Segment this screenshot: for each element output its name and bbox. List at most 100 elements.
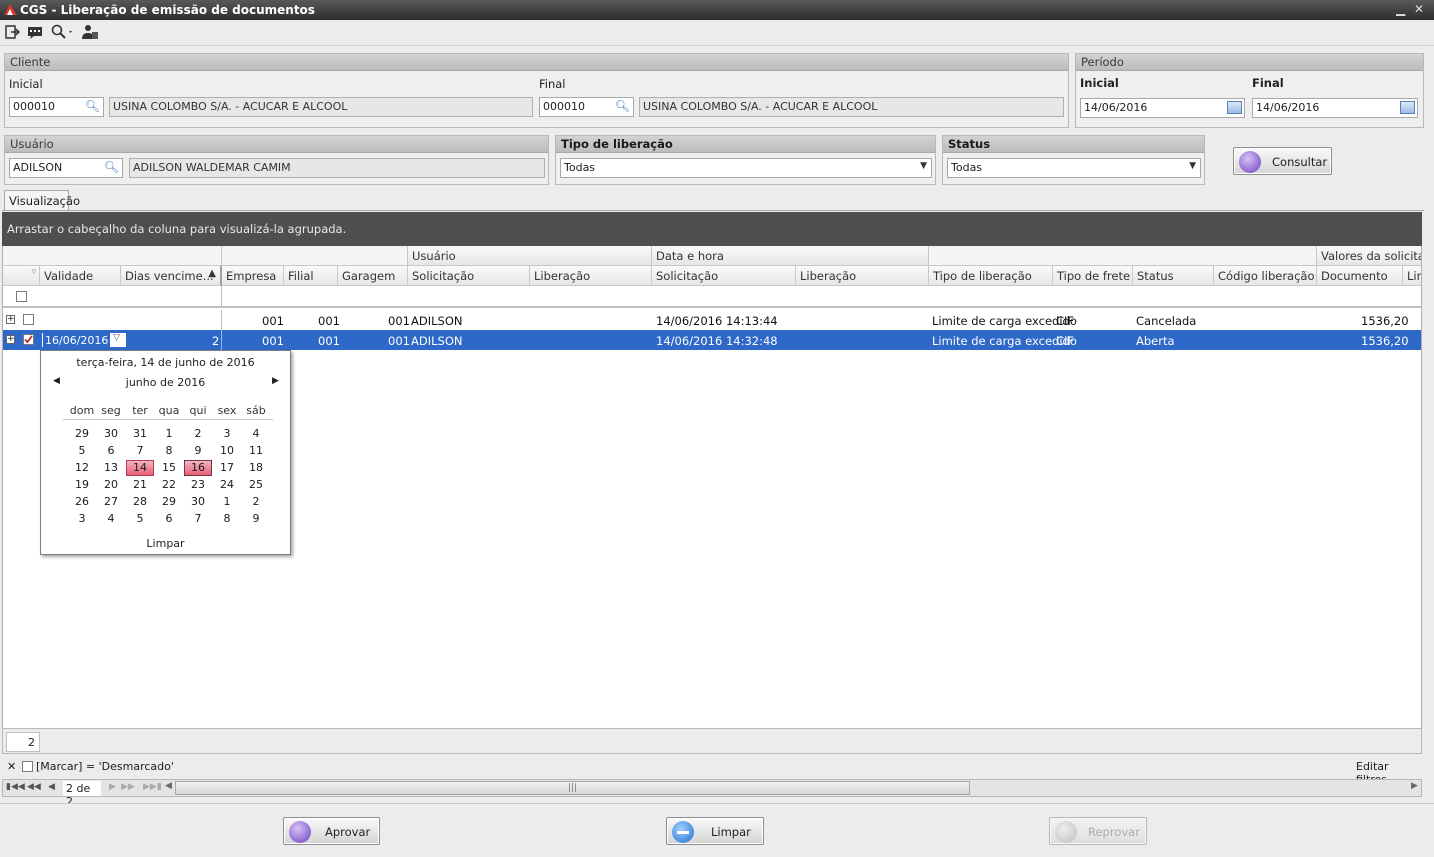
calendar-day[interactable]: 7 — [126, 443, 154, 459]
calendar-day[interactable]: 8 — [213, 511, 241, 527]
calendar-day[interactable]: 22 — [155, 477, 183, 493]
calendar-day[interactable]: 20 — [97, 477, 125, 493]
calendar-day[interactable]: 29 — [155, 494, 183, 510]
calendar-day[interactable]: 24 — [213, 477, 241, 493]
prev-page-icon[interactable]: ◀ — [48, 782, 55, 792]
col-liberacao-usuario[interactable]: Liberação — [530, 266, 652, 286]
calendar-day[interactable]: 19 — [68, 477, 96, 493]
search-icon[interactable]: 🔍︎ — [85, 99, 100, 113]
col-marcar[interactable]: ▿ — [3, 266, 40, 286]
col-liberacao-data[interactable]: Liberação — [796, 266, 929, 286]
col-status[interactable]: Status — [1133, 266, 1214, 286]
calendar-day[interactable]: 2 — [242, 494, 270, 510]
calendar-icon[interactable] — [1227, 101, 1242, 114]
limpar-button[interactable]: Limpar — [666, 817, 764, 845]
next-page-group-icon[interactable]: ▶▶ — [121, 782, 135, 792]
calendar-day[interactable]: 18 — [242, 460, 270, 476]
row-checkbox[interactable] — [23, 314, 34, 325]
calendar-today-text[interactable]: terça-feira, 14 de junho de 2016 — [41, 356, 290, 369]
calendar-month-label[interactable]: junho de 2016 — [41, 376, 290, 389]
usuario-input[interactable]: ADILSON 🔍︎ — [9, 158, 123, 178]
minimize-icon[interactable]: ▁ — [1396, 2, 1405, 16]
calendar-day[interactable]: 1 — [213, 494, 241, 510]
row-checkbox-checked[interactable] — [23, 334, 34, 345]
clear-filter-icon[interactable]: ✕ — [7, 760, 16, 773]
tab-visualizacao[interactable]: Visualização — [4, 190, 80, 210]
col-solicitacao-usuario[interactable]: Solicitação — [408, 266, 530, 286]
horizontal-scrollbar-thumb[interactable]: ||| — [175, 781, 970, 795]
calendar-day[interactable]: 10 — [213, 443, 241, 459]
calendar-day[interactable]: 4 — [242, 426, 270, 442]
band-valores[interactable]: Valores da solicitação — [1317, 246, 1421, 266]
calendar-day[interactable]: 16 — [184, 460, 212, 476]
exit-icon[interactable] — [3, 24, 21, 42]
filter-icon[interactable]: ▿ — [31, 267, 36, 277]
next-page-icon[interactable]: ▶ — [109, 782, 116, 792]
band-usuario[interactable]: Usuário — [408, 246, 652, 266]
calendar-day[interactable]: 26 — [68, 494, 96, 510]
calendar-day[interactable]: 7 — [184, 511, 212, 527]
calendar-day[interactable]: 29 — [68, 426, 96, 442]
col-documento[interactable]: Documento — [1317, 266, 1403, 286]
band-data-hora[interactable]: Data e hora — [652, 246, 929, 266]
chevron-down-icon[interactable]: ▼ — [920, 161, 927, 171]
scroll-left-icon[interactable]: ◀ — [165, 781, 172, 791]
col-empresa[interactable]: Empresa — [222, 266, 284, 286]
search-icon[interactable] — [50, 24, 76, 42]
col-dias[interactable]: Dias vencime... ▲ — [121, 266, 222, 286]
group-by-area[interactable]: Arrastar o cabeçalho da coluna para visu… — [2, 212, 1422, 246]
prev-page-group-icon[interactable]: ◀◀ — [27, 782, 41, 792]
calendar-icon[interactable] — [1400, 101, 1415, 114]
calendar-day[interactable]: 2 — [184, 426, 212, 442]
calendar-day[interactable]: 25 — [242, 477, 270, 493]
reprovar-button[interactable]: Reprovar — [1049, 817, 1147, 845]
select-all-checkbox[interactable] — [16, 291, 27, 302]
chevron-right-icon[interactable]: ▶ — [272, 376, 279, 386]
calendar-day[interactable]: 21 — [126, 477, 154, 493]
message-icon[interactable] — [26, 24, 44, 42]
col-solicitacao-data[interactable]: Solicitação — [652, 266, 796, 286]
col-limite[interactable]: Limi — [1403, 266, 1421, 286]
filter-enabled-checkbox[interactable] — [22, 761, 33, 772]
calendar-day[interactable]: 5 — [126, 511, 154, 527]
col-garagem[interactable]: Garagem — [338, 266, 408, 286]
table-row-selected[interactable]: + 16/06/2016 ▽ 2 001 001 001 ADILSON 14/… — [3, 330, 1421, 350]
validade-editor[interactable]: 16/06/2016 ▽ — [41, 332, 127, 348]
periodo-final-input[interactable]: 14/06/2016 — [1252, 98, 1418, 118]
calendar-day[interactable]: 3 — [213, 426, 241, 442]
col-tipo-liberacao[interactable]: Tipo de liberação — [929, 266, 1053, 286]
calendar-day[interactable]: 15 — [155, 460, 183, 476]
calendar-clear-button[interactable]: Limpar — [41, 537, 290, 550]
last-page-icon[interactable]: ▶▶▮ — [143, 782, 162, 792]
chevron-down-icon[interactable]: ▽ — [113, 333, 120, 343]
close-icon[interactable]: ✕ — [1414, 2, 1424, 16]
calendar-day[interactable]: 13 — [97, 460, 125, 476]
expand-icon[interactable]: + — [6, 335, 15, 344]
table-row[interactable]: + 001 001 001 ADILSON 14/06/2016 14:13:4… — [3, 310, 1421, 330]
calendar-day[interactable]: 6 — [155, 511, 183, 527]
status-select[interactable]: Todas ▼ — [947, 158, 1201, 178]
col-validade[interactable]: Validade — [40, 266, 121, 286]
aprovar-button[interactable]: Aprovar — [283, 817, 380, 845]
first-page-icon[interactable]: ▮◀◀ — [6, 782, 25, 792]
calendar-day[interactable]: 5 — [68, 443, 96, 459]
search-icon[interactable]: 🔍︎ — [615, 99, 630, 113]
calendar-day[interactable]: 12 — [68, 460, 96, 476]
consultar-button[interactable]: Consultar — [1233, 147, 1332, 175]
user-icon[interactable] — [81, 24, 99, 42]
calendar-day[interactable]: 6 — [97, 443, 125, 459]
calendar-day[interactable]: 27 — [97, 494, 125, 510]
periodo-inicial-input[interactable]: 14/06/2016 — [1080, 98, 1245, 118]
calendar-day[interactable]: 30 — [184, 494, 212, 510]
expand-icon[interactable]: + — [6, 315, 15, 324]
calendar-day[interactable]: 9 — [184, 443, 212, 459]
filter-text[interactable]: [Marcar] = 'Desmarcado' — [36, 760, 174, 773]
col-codigo-liberacao[interactable]: Código liberação — [1214, 266, 1317, 286]
calendar-day[interactable]: 31 — [126, 426, 154, 442]
search-icon[interactable]: 🔍︎ — [104, 160, 119, 174]
cliente-inicial-input[interactable]: 000010 🔍︎ — [9, 97, 104, 117]
calendar-day[interactable]: 30 — [97, 426, 125, 442]
calendar-day[interactable]: 23 — [184, 477, 212, 493]
calendar-day[interactable]: 11 — [242, 443, 270, 459]
calendar-day[interactable]: 14 — [126, 460, 154, 476]
